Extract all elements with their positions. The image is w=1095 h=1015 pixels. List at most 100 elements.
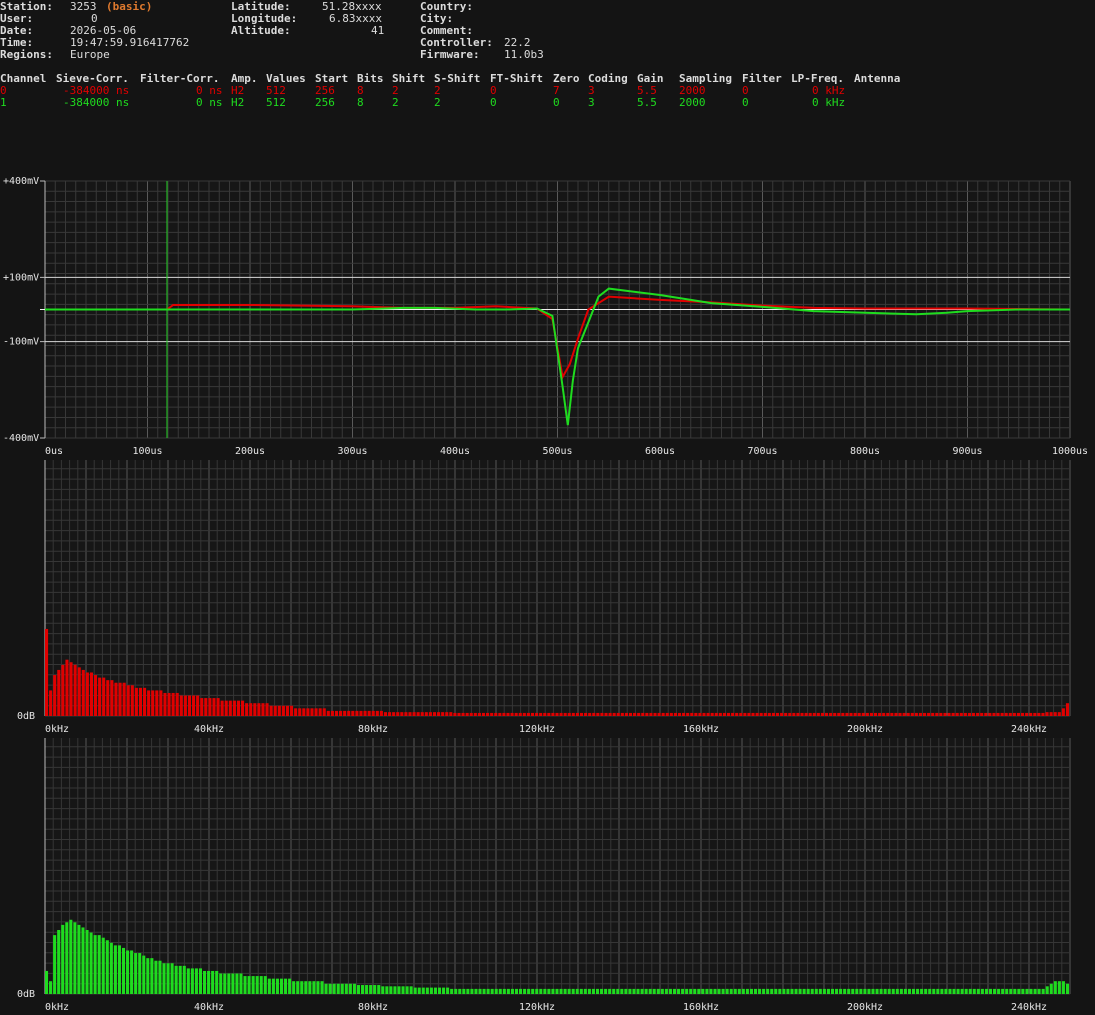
spectrum-bar [717,988,721,994]
spectrum-bar [318,708,322,716]
spectrum-bar [992,712,996,716]
spectrum-bar [767,712,771,716]
spectrum-bar [150,958,154,994]
x-tick-label: 40kHz [194,724,224,735]
spectrum-bar [1025,988,1029,994]
y-tick-label: +100mV [3,272,39,283]
spectrum-bar [277,705,281,716]
spectrum-bar [636,988,640,994]
x-tick-label: 0us [45,446,63,457]
spectrum-bar [392,712,396,716]
spectrum-bar [53,675,57,716]
spectrum-bar [239,973,243,994]
spectrum-bar [543,988,547,994]
spectrum-bar [600,988,604,994]
spectrum-bar [383,712,388,716]
spectrum-bar [284,978,288,994]
spectrum-bar [914,712,918,716]
spectrum-bar [121,947,126,994]
spectrum-bar [347,710,351,716]
spectrum-bar [445,712,449,716]
spectrum-bar [288,978,292,994]
spectrum-bar [97,935,101,994]
spectrum-bar [886,712,890,716]
spectrum-bar [865,712,869,716]
spectrum-bar [739,712,743,716]
y-tick-label: -400mV [3,433,39,444]
spectrum-bar [61,924,65,994]
spectrum-bar [899,988,903,994]
spectrum-bar [163,692,167,716]
spectrum-bar [470,988,474,994]
spectrum-bar [437,987,442,994]
spectrum-bar [690,712,694,716]
spectrum-bar [910,712,914,716]
spectrum-bar [770,988,774,994]
spectrum-bar [154,960,158,994]
spectrum-bar [216,698,220,716]
spectrum-bar [721,988,725,994]
spectrum-bar [747,712,751,716]
spectrum-bar [963,712,967,716]
spectrum-plot-area [45,738,1070,994]
spectrum-bar [1057,712,1061,716]
spectrum-bar [473,712,477,716]
spectrum-bar [441,712,445,716]
x-tick-label: 500us [542,446,572,457]
spectrum-bar [1025,712,1029,716]
spectrum-bar [608,988,612,994]
spectrum-bar [437,712,441,716]
spectrum-bar [555,988,559,994]
spectrum-bar [109,942,113,994]
spectrum-bar [857,712,861,716]
spectrum-bar [85,930,89,994]
spectrum-bar [1021,712,1025,716]
spectrum-bar [247,976,251,994]
spectrum-bar [328,983,332,994]
spectrum-bar [947,712,951,716]
spectrum-bar [808,712,812,716]
spectrum-bar [98,677,102,716]
spectrum-bar [951,712,955,716]
spectrum-bar [408,712,412,716]
spectrum-bar [567,712,571,716]
spectrum-bar [170,963,174,994]
y-tick-label: 0dB [17,711,35,722]
spectrum-bar [943,712,947,716]
spectrum-bar [211,970,215,994]
spectrum-bar [559,988,563,994]
spectrum-bar [571,988,575,994]
spectrum-bar [204,698,208,716]
spectrum-bar [543,712,547,716]
spectrum-bar [340,983,344,994]
x-tick-label: 600us [645,446,675,457]
spectrum-bar [449,712,453,716]
spectrum-bar [518,712,522,716]
spectrum-bar [523,988,527,994]
spectrum-bar [224,700,228,716]
spectrum-bar [194,968,198,994]
spectrum-bar [134,687,138,716]
spectrum-bar [294,708,298,716]
spectrum-bar [604,712,608,716]
spectrum-bar [425,987,429,994]
spectrum-bar [547,988,551,994]
spectrum-bar [948,988,952,994]
spectrum-bar [539,712,543,716]
spectrum-bar [316,981,320,994]
spectrum-bar [804,712,808,716]
spectrum-bar [1016,712,1020,716]
spectrum-bar [344,983,348,994]
spectrum-bar [231,973,235,994]
spectrum-bar [771,712,775,716]
spectrum-bar [710,712,714,716]
spectrum-bar [114,682,118,716]
spectrum-bar [73,922,77,994]
spectrum-bar [567,988,571,994]
spectrum-bar [522,712,526,716]
spectrum-bar [665,712,669,716]
spectrum-bar [65,922,69,994]
x-tick-label: 800us [850,446,880,457]
spectrum-bar [875,988,879,994]
spectrum-bar [587,988,591,994]
